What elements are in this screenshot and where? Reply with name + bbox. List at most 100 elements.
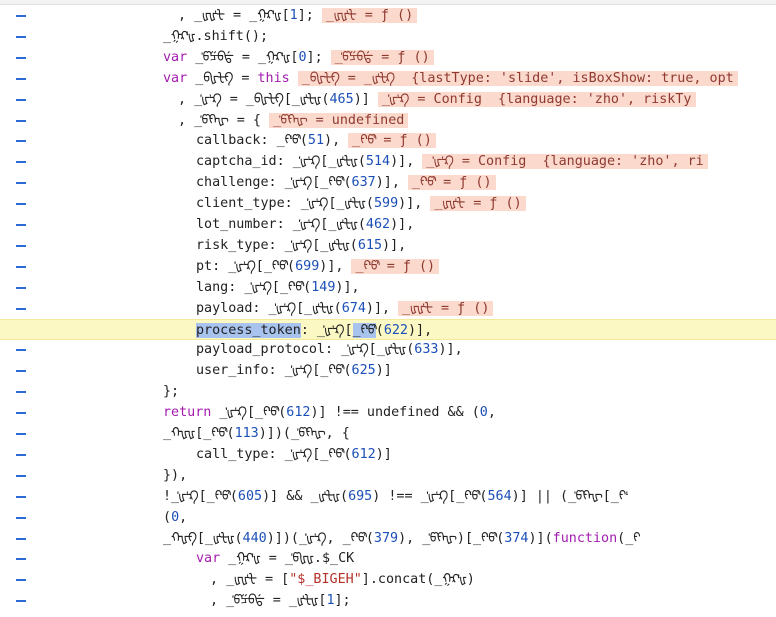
inline-value-preview: _ᠻᡃᡦᡃ = ƒ () <box>407 175 496 191</box>
code-line[interactable]: _ᡣᡁᡁ[_ᠻᡃᡦᡃ(113)])(_ᡃᡦᠻᡙ, { <box>0 423 776 444</box>
code-token: 622 <box>383 322 408 338</box>
code-text: var _ᡃᡦᡸᠪᡩ = _ᠭᡘᡃᡁ[0]; _ᡃᡦᡸᠪᡩ = ƒ () <box>163 47 434 68</box>
code-token: 699 <box>295 258 320 274</box>
code-editor[interactable]: , _ᡁᡁᡃᡶ = _ᠭᡘᡃᡁ[1]; _ᡁᡁᡃᡶ = ƒ () _ᠭᡘᡃᡁ.shi… <box>0 0 776 617</box>
code-line[interactable]: challenge: _ᡃᡃᡁᡃᡘ[_ᠻᡃᡦᡃ(637)], _ᠻᡃᡦᡃ = ƒ … <box>0 172 776 193</box>
code-token: )] || (_ᡃᡦᠻᡙ[_ᠻᡃ <box>511 488 629 504</box>
code-line[interactable]: , _ᡃᡦᡸᠪᡩ = _ᡁᡃᡶᡁ[1]; <box>0 590 776 611</box>
code-token: function <box>552 530 618 546</box>
code-line[interactable]: , _ᡁᡁᡃᡶ = _ᠭᡘᡃᡁ[1]; _ᡁᡁᡃᡶ = ƒ () <box>0 5 776 26</box>
code-token: var <box>163 70 188 86</box>
code-line[interactable]: (0, <box>0 507 776 528</box>
code-line[interactable]: callback: _ᠻᡃᡦᡃ(51), _ᠻᡃᡦᡃ = ƒ () <box>0 130 776 151</box>
code-text: captcha_id: _ᡃᡃᡁᡃᡘ[_ᡁᡃᡶᡁ(514)], _ᡃᡃᡁᡃᡘ = … <box>196 151 708 172</box>
code-token: , <box>179 509 188 525</box>
code-token: return <box>163 405 212 421</box>
code-text: , _ᡃᡦᠻᡙ = {_ᡃᡦᠻᡙ = undefined <box>178 110 409 131</box>
code-line[interactable]: user_info: _ᡃᡃᡁᡃᡘ[_ᠻᡃᡦᡃ(625)] <box>0 360 776 381</box>
code-token: ]; <box>334 593 351 609</box>
inline-value-preview: _ᠪᡁᡶᠻ = _ᡁᡃᡶᡘ {lastType: 'slide', isBoxS… <box>297 70 738 86</box>
code-text: pt: _ᡃᡃᡁᡃᡘ[_ᠻᡃᡦᡃ(699)], _ᠻᡃᡦᡃ = ƒ () <box>196 256 440 277</box>
code-line[interactable]: return _ᡃᡃᡁᡃᡘ[_ᠻᡃᡦᡃ(612)] !== undefined … <box>0 402 776 423</box>
code-line[interactable]: pt: _ᡃᡃᡁᡃᡘ[_ᠻᡃᡦᡃ(699)], _ᠻᡃᡦᡃ = ƒ () <box>0 256 776 277</box>
paused-code-line[interactable]: process_token: _ᡃᡃᡁᡃᡘ[_ᠻᡃᡦᡃ(622)], <box>0 318 776 341</box>
code-line[interactable]: lot_number: _ᡃᡃᡁᡃᡘ[_ᡁᡃᡶᡁ(462)], <box>0 214 776 235</box>
code-token: ].concat(_ᠭᡘᡃᡁ) <box>361 572 475 588</box>
code-text: }; <box>163 381 179 402</box>
code-token: !_ᡃᡃᡁᡃᡘ[_ᠻᡃᡦᡃ( <box>163 488 238 504</box>
code-line[interactable]: captcha_id: _ᡃᡃᡁᡃᡘ[_ᡁᡃᡶᡁ(514)], _ᡃᡃᡁᡃᡘ = … <box>0 151 776 172</box>
code-line[interactable]: _ᡣᡁᠻ[_ᡁᡃᡶᡁ(440)])(_ᡃᡃᡁᡃᡘ, _ᠻᡃᡦᡃ(379), _ᡃ… <box>0 528 776 549</box>
code-token: _ᠭᡘᡃᡁ.shift(); <box>163 28 269 44</box>
code-token: }; <box>163 384 180 400</box>
code-token: )]( <box>528 530 553 546</box>
code-line[interactable]: }), <box>0 465 776 486</box>
code-token: ) !== _ᡃᡃᡁᡃᡘ[_ᠻᡃᡦᡃ( <box>372 488 488 504</box>
code-token: 564 <box>487 488 512 504</box>
code-token: 625 <box>351 363 376 379</box>
code-line[interactable]: risk_type: _ᡃᡃᡁᡃᡘ[_ᡁᡃᡶᡁ(615)], <box>0 235 776 256</box>
code-text: }), <box>163 465 187 486</box>
code-token: 440 <box>242 530 267 546</box>
code-line[interactable]: payload: _ᡃᡃᡁᡃᡘ[_ᡁᡃᡶᡁ(674)], _ᡁᡁᡃᡶ = ƒ () <box>0 298 776 319</box>
code-token: ]; <box>306 49 323 65</box>
code-token: 612 <box>351 446 376 462</box>
code-line[interactable]: client_type: _ᡃᡃᡁᡃᡘ[_ᡁᡃᡶᡁ(599)], _ᡁᡁᡃᡶ = … <box>0 193 776 214</box>
code-text: process_token: _ᡃᡃᡁᡃᡘ[_ᠻᡃᡦᡃ(622)], <box>196 320 432 341</box>
code-line[interactable]: var _ᠪᡁᡶᠻ = this _ᠪᡁᡶᠻ = _ᡁᡃᡶᡘ {lastType:… <box>0 68 776 89</box>
code-token: payload_protocol: _ᡃᡃᡁᡃᡘ[_ᡁᡃᡶᡁ( <box>196 342 415 358</box>
code-text: , _ᡁᡁᡃᡶ = _ᠭᡘᡃᡁ[1]; _ᡁᡁᡃᡶ = ƒ () <box>178 5 418 26</box>
code-token: )], <box>398 196 423 212</box>
code-token: _ᠪᡁᡶᠻ = <box>187 70 258 86</box>
code-text: call_type: _ᡃᡃᡁᡃᡘ[_ᠻᡃᡦᡃ(612)] <box>196 444 392 465</box>
inline-value-preview: _ᡁᡁᡃᡶ = ƒ () <box>398 300 494 316</box>
code-token: 514 <box>365 154 391 170</box>
code-token: )], <box>390 217 415 232</box>
code-line[interactable]: call_type: _ᡃᡃᡁᡃᡘ[_ᠻᡃᡦᡃ(612)] <box>0 444 776 465</box>
code-token: _ᠻᡃᡦᡃ <box>352 322 376 338</box>
code-line[interactable]: , _ᡃᡦᠻᡙ = {_ᡃᡦᠻᡙ = undefined <box>0 110 776 131</box>
code-line[interactable]: , _ᡁᡁᡃᡶ = ["$_BIGEH"].concat(_ᠭᡘᡃᡁ) <box>0 569 776 590</box>
code-token: risk_type: _ᡃᡃᡁᡃᡘ[_ᡁᡃᡶᡁ( <box>196 237 358 253</box>
code-token: var <box>163 49 188 65</box>
code-line[interactable]: var _ᠭᡘᡃᡁ = _ᡃᡦᡁᡁ.$_CK <box>0 548 776 569</box>
code-token: 637 <box>351 175 376 191</box>
code-token: lang: _ᡃᡃᡁᡃᡘ[_ᠻᡃᡦᡃ( <box>196 279 312 295</box>
code-text: payload_protocol: _ᡃᡃᡁᡃᡘ[_ᡁᡃᡶᡁ(633)], <box>196 339 463 360</box>
code-token: 462 <box>365 217 391 232</box>
code-text: callback: _ᠻᡃᡦᡃ(51), _ᠻᡃᡦᡃ = ƒ () <box>196 130 436 151</box>
code-line[interactable]: lang: _ᡃᡃᡁᡃᡘ[_ᠻᡃᡦᡃ(149)], <box>0 277 776 298</box>
code-token: callback: _ᠻᡃᡦᡃ( <box>196 133 308 149</box>
code-token: challenge: _ᡃᡃᡁᡃᡘ[_ᠻᡃᡦᡃ( <box>196 175 352 191</box>
code-line[interactable]: }; <box>0 381 776 402</box>
code-token: 379 <box>373 530 399 546</box>
code-token: this <box>257 70 290 86</box>
code-token: )])(_ᡃᡦᠻᡙ, { <box>258 426 350 441</box>
code-token: 465 <box>329 91 354 107</box>
code-token: payload: _ᡃᡃᡁᡃᡘ[_ᡁᡃᡶᡁ( <box>196 300 342 316</box>
code-token: )], <box>335 279 360 295</box>
code-line[interactable]: var _ᡃᡦᡸᠪᡩ = _ᠭᡘᡃᡁ[0]; _ᡃᡦᡸᠪᡩ = ƒ () <box>0 47 776 68</box>
code-token: )], <box>319 258 344 274</box>
code-line[interactable]: !_ᡃᡃᡁᡃᡘ[_ᠻᡃᡦᡃ(605)] && _ᡁᡃᡶᡁ(695) !== _ᡃ… <box>0 486 776 507</box>
code-token: ( <box>375 322 384 338</box>
code-token: , _ᡃᡦᡸᠪᡩ = _ᡁᡃᡶᡁ[ <box>210 593 327 609</box>
code-token: 0 <box>298 49 307 65</box>
code-token: 695 <box>348 488 373 504</box>
code-token: )], <box>375 175 400 191</box>
code-line[interactable]: payload_protocol: _ᡃᡃᡁᡃᡘ[_ᡁᡃᡶᡁ(633)], <box>0 339 776 360</box>
inline-value-preview: _ᡃᡦᠻᡙ = undefined <box>269 112 409 128</box>
code-line[interactable]: _ᠭᡘᡃᡁ.shift(); <box>0 26 776 47</box>
code-text: _ᠭᡘᡃᡁ.shift(); <box>163 26 268 47</box>
code-token: user_info: _ᡃᡃᡁᡃᡘ[_ᠻᡃᡦᡃ( <box>196 363 352 379</box>
code-token: )], <box>382 237 407 253</box>
code-token: ), <box>324 133 341 149</box>
inline-value-preview: _ᡃᡦᡸᠪᡩ = ƒ () <box>330 49 434 65</box>
inline-value-preview: _ᡃᡃᡁᡃᡘ = Config {language: 'zho', ri <box>422 154 708 170</box>
code-text: , _ᡃᡦᡸᠪᡩ = _ᡁᡃᡶᡁ[1]; <box>210 590 351 611</box>
code-line[interactable]: , _ᡃᡃᡁᡃᡘ = _ᠪᡁᡶᠻ[_ᡁᡃᡶᡁ(465)] _ᡃᡃᡁᡃᡘ = Con… <box>0 89 776 110</box>
code-token: 0 <box>479 405 488 421</box>
code-token: : _ᡃᡃᡁᡃᡘ[ <box>300 322 353 338</box>
code-token: )] && _ᡁᡃᡶᡁ( <box>262 488 349 504</box>
code-token: )] <box>353 91 370 107</box>
